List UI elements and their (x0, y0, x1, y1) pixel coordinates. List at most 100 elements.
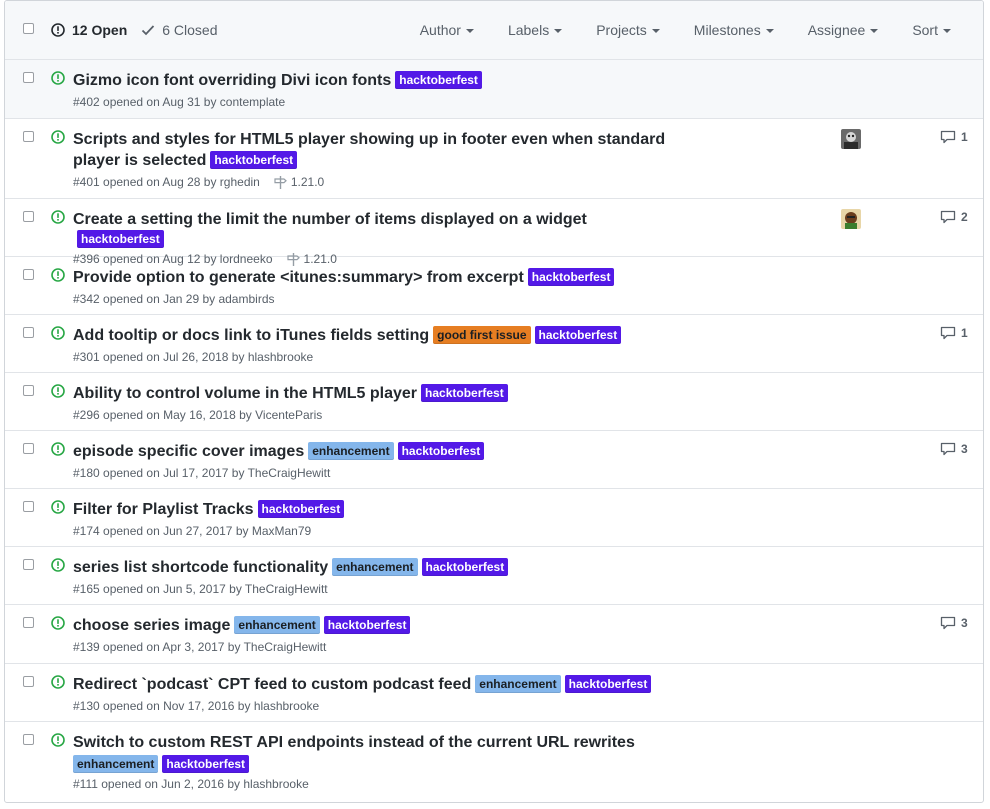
comments-link[interactable]: 2 (940, 210, 968, 224)
comments-link[interactable]: 3 (940, 616, 968, 630)
filter-author[interactable]: Author (420, 22, 474, 38)
label-hacktoberfest[interactable]: hacktoberfest (397, 442, 485, 460)
issue-row[interactable]: Redirect `podcast` CPT feed to custom po… (5, 664, 983, 722)
issue-checkbox[interactable] (23, 385, 34, 396)
issue-meta-text: #301 opened on Jul 26, 2018 by hlashbroo… (73, 350, 314, 364)
label-hacktoberfest[interactable]: hacktoberfest (564, 675, 652, 693)
state-toggle: 12 Open 6 Closed (51, 22, 232, 38)
label-enhancement[interactable]: enhancement (475, 675, 561, 693)
label-hacktoberfest[interactable]: hacktoberfest (323, 616, 411, 634)
issue-checkbox[interactable] (23, 676, 34, 687)
issue-title-link[interactable]: Scripts and styles for HTML5 player show… (73, 131, 665, 169)
issue-checkbox[interactable] (23, 501, 34, 512)
caret-down-icon (765, 29, 774, 33)
issue-checkbox[interactable] (23, 559, 34, 570)
assignee-avatar[interactable] (841, 209, 861, 229)
issue-checkbox[interactable] (23, 211, 34, 222)
issue-row[interactable]: Provide option to generate <itunes:summa… (5, 257, 983, 315)
issue-checkbox[interactable] (23, 734, 34, 745)
caret-down-icon (554, 29, 563, 33)
issue-row[interactable]: Create a setting the limit the number of… (5, 199, 983, 266)
comment-icon (940, 616, 956, 630)
issue-row[interactable]: Filter for Playlist Tracks hacktoberfest #… (5, 489, 983, 547)
issue-opened-icon (51, 558, 65, 575)
issue-meta-text: #111 opened on Jun 2, 2016 by hlashbrook… (73, 777, 309, 791)
issue-checkbox[interactable] (23, 131, 34, 142)
issue-opened-icon (51, 442, 65, 459)
issue-meta-text: #296 opened on May 16, 2018 by VicentePa… (73, 408, 323, 422)
issue-title-link[interactable]: episode specific cover images (73, 443, 304, 460)
issue-content: Redirect `podcast` CPT feed to custom po… (73, 674, 673, 714)
issue-meta: #130 opened on Nov 17, 2016 by hlashbroo… (73, 698, 673, 714)
label-enhancement[interactable]: enhancement (234, 616, 320, 634)
issue-row[interactable]: Add tooltip or docs link to iTunes field… (5, 315, 983, 373)
issue-title-link[interactable]: choose series image (73, 617, 230, 634)
issue-row[interactable]: Scripts and styles for HTML5 player show… (5, 119, 983, 199)
select-all-checkbox[interactable] (23, 23, 34, 34)
issue-title-link[interactable]: Gizmo icon font overriding Divi icon fon… (73, 72, 391, 89)
issue-content: Switch to custom REST API endpoints inst… (73, 732, 673, 792)
label-hacktoberfest[interactable]: hacktoberfest (534, 326, 622, 344)
issue-checkbox[interactable] (23, 72, 34, 83)
comment-icon (940, 442, 956, 456)
comment-count: 1 (961, 130, 968, 144)
closed-issues-link[interactable]: 6 Closed (141, 22, 218, 38)
issue-title-link[interactable]: Add tooltip or docs link to iTunes field… (73, 327, 429, 344)
issue-meta: #165 opened on Jun 5, 2017 by TheCraigHe… (73, 581, 673, 597)
issue-row[interactable]: Ability to control volume in the HTML5 p… (5, 373, 983, 431)
issue-checkbox[interactable] (23, 617, 34, 628)
filter-bar: Author Labels Projects Milestones Assign… (386, 22, 951, 38)
issue-checkbox[interactable] (23, 269, 34, 280)
issue-meta-text: #174 opened on Jun 27, 2017 by MaxMan79 (73, 524, 312, 538)
comments-link[interactable]: 1 (940, 326, 968, 340)
issue-meta: #111 opened on Jun 2, 2016 by hlashbrook… (73, 776, 673, 792)
open-count-label: 12 Open (72, 22, 128, 38)
issue-title-link[interactable]: Redirect `podcast` CPT feed to custom po… (73, 676, 471, 693)
filter-milestones[interactable]: Milestones (694, 22, 774, 38)
issue-content: Add tooltip or docs link to iTunes field… (73, 325, 673, 365)
issues-list-box: 12 Open 6 Closed Author Labels Projects … (4, 0, 984, 803)
issue-meta-text: #130 opened on Nov 17, 2016 by hlashbroo… (73, 699, 320, 713)
issue-checkbox[interactable] (23, 443, 34, 454)
label-hacktoberfest[interactable]: hacktoberfest (421, 384, 508, 402)
issue-row[interactable]: series list shortcode functionality enhan… (5, 547, 983, 605)
label-hacktoberfest[interactable]: hacktoberfest (210, 151, 298, 169)
issue-title-link[interactable]: series list shortcode functionality (73, 559, 328, 576)
issue-title-link[interactable]: Ability to control volume in the HTML5 p… (73, 385, 417, 402)
issue-title-link[interactable]: Provide option to generate <itunes:summa… (73, 269, 524, 286)
label-hacktoberfest[interactable]: hacktoberfest (162, 755, 250, 773)
issue-title-link[interactable]: Switch to custom REST API endpoints inst… (73, 734, 635, 751)
label-hacktoberfest[interactable]: hacktoberfest (421, 558, 509, 576)
filter-projects[interactable]: Projects (596, 22, 660, 38)
comments-link[interactable]: 3 (940, 442, 968, 456)
issue-checkbox[interactable] (23, 327, 34, 338)
issue-row[interactable]: Gizmo icon font overriding Divi icon fon… (5, 60, 983, 119)
label-hacktoberfest[interactable]: hacktoberfest (257, 500, 345, 518)
label-good-first-issue[interactable]: good first issue (433, 326, 531, 344)
issue-row[interactable]: choose series image enhancement hacktoberf… (5, 605, 983, 664)
filter-labels[interactable]: Labels (508, 22, 563, 38)
milestone-link[interactable]: 1.21.0 (274, 174, 324, 190)
issue-rows: Gizmo icon font overriding Divi icon fon… (5, 60, 983, 802)
open-issues-link[interactable]: 12 Open (51, 22, 127, 38)
issue-title-link[interactable]: Filter for Playlist Tracks (73, 501, 254, 518)
issue-content: Ability to control volume in the HTML5 p… (73, 383, 673, 423)
label-enhancement[interactable]: enhancement (73, 755, 159, 773)
issue-opened-icon (51, 268, 65, 285)
label-enhancement[interactable]: enhancement (308, 442, 394, 460)
label-enhancement[interactable]: enhancement (332, 558, 418, 576)
comments-link[interactable]: 1 (940, 130, 968, 144)
issue-meta: #180 opened on Jul 17, 2017 by TheCraigH… (73, 465, 673, 481)
filter-sort[interactable]: Sort (912, 22, 951, 38)
issue-content: Provide option to generate <itunes:summa… (73, 267, 673, 307)
issue-title-link[interactable]: Create a setting the limit the number of… (73, 211, 587, 228)
assignee-avatar[interactable] (841, 129, 861, 149)
label-hacktoberfest[interactable]: hacktoberfest (527, 268, 615, 286)
issue-row[interactable]: Switch to custom REST API endpoints inst… (5, 722, 983, 802)
issue-row[interactable]: episode specific cover images enhancement… (5, 431, 983, 489)
comment-count: 3 (961, 616, 968, 630)
comment-count: 2 (961, 210, 968, 224)
filter-assignee[interactable]: Assignee (808, 22, 879, 38)
label-hacktoberfest[interactable]: hacktoberfest (395, 71, 482, 89)
label-hacktoberfest[interactable]: hacktoberfest (77, 230, 164, 248)
